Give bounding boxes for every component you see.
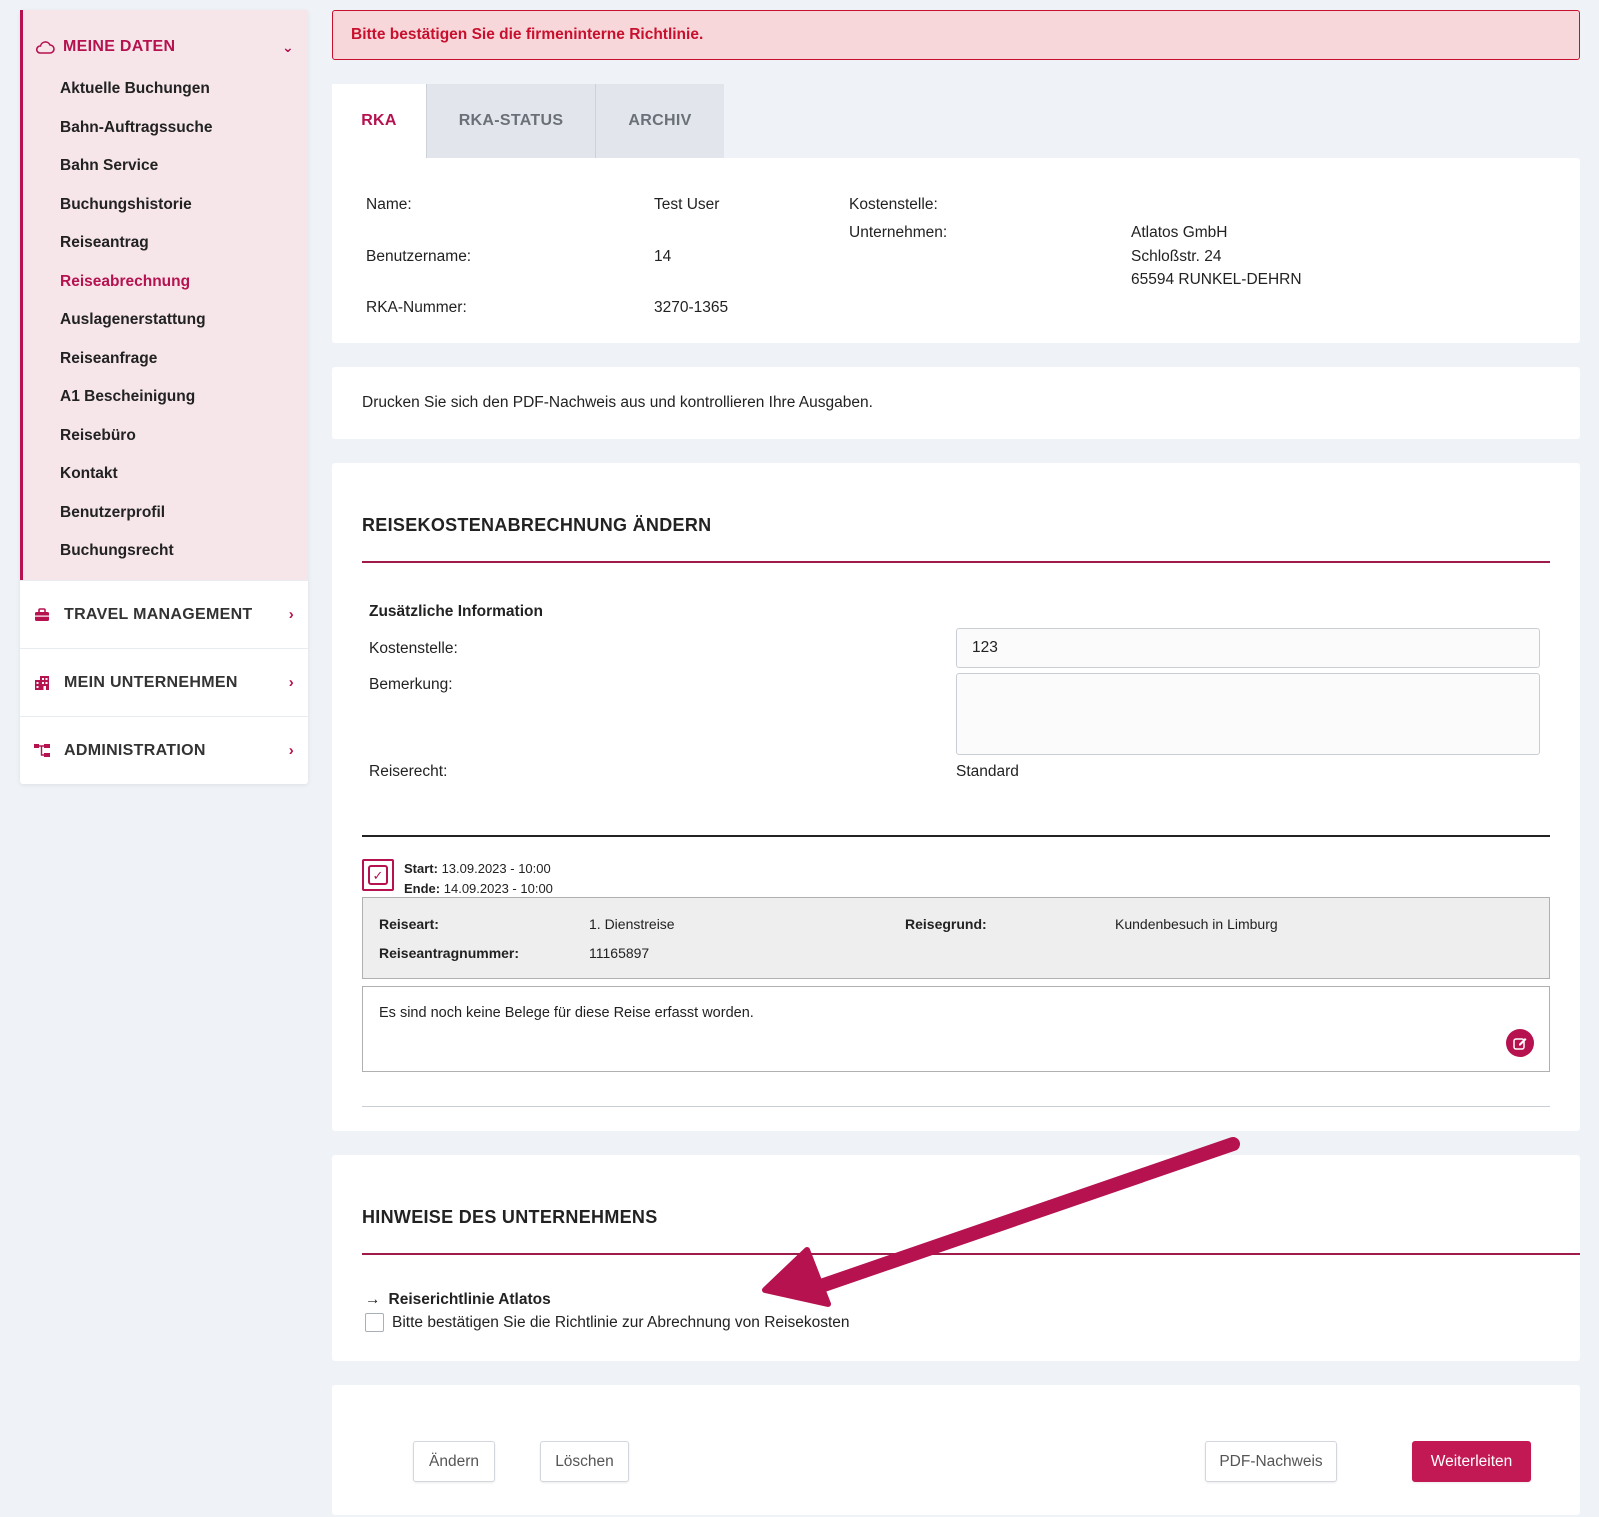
tab-rka-status[interactable]: RKA-STATUS: [427, 84, 596, 158]
tab-bar: RKA RKA-STATUS ARCHIV: [332, 84, 1580, 158]
pdf-hint-card: Drucken Sie sich den PDF-Nachweis aus un…: [332, 367, 1580, 439]
sitemap-icon: [34, 743, 56, 758]
reiseantragnummer-label: Reiseantragnummer:: [379, 945, 520, 961]
action-bar: Ändern Löschen PDF-Nachweis Weiterleiten: [332, 1385, 1580, 1515]
trip-header: ✓ Start: 13.09.2023 - 10:00 Ende: 14.09.…: [362, 837, 1550, 897]
sidebar-section-header-meine-daten[interactable]: MEINE DATEN ⌄: [23, 34, 308, 60]
sidebar-group-mein-unternehmen[interactable]: MEIN UNTERNEHMEN ›: [20, 648, 308, 716]
sidebar-section-label: MEINE DATEN: [63, 38, 176, 55]
sidebar-item-reiseantrag[interactable]: Reiseantrag: [23, 224, 308, 263]
sidebar: MEINE DATEN ⌄ Aktuelle Buchungen Bahn-Au…: [20, 10, 308, 784]
sidebar-item-bahn-auftragssuche[interactable]: Bahn-Auftragssuche: [23, 109, 308, 148]
additional-info-heading: Zusätzliche Information: [369, 603, 543, 620]
username-label: Benutzername:: [366, 248, 472, 265]
end-value: 14.09.2023 - 10:00: [443, 881, 553, 896]
alert-text: Bitte bestätigen Sie die firmeninterne R…: [351, 26, 704, 43]
sidebar-item-buchungsrecht[interactable]: Buchungsrecht: [23, 532, 308, 571]
policy-confirm-label: Bitte bestätigen Sie die Richtlinie zur …: [392, 1313, 850, 1331]
sidebar-item-benutzerprofil[interactable]: Benutzerprofil: [23, 494, 308, 533]
company-label: Unternehmen:: [849, 224, 948, 241]
policy-confirm-checkbox[interactable]: [365, 1313, 384, 1332]
sidebar-group-label: TRAVEL MANAGEMENT: [64, 605, 253, 623]
reiserecht-label: Reiserecht:: [369, 763, 448, 780]
weiterleiten-button[interactable]: Weiterleiten: [1412, 1441, 1531, 1482]
aendern-button[interactable]: Ändern: [413, 1441, 495, 1482]
main-content: Bitte bestätigen Sie die firmeninterne R…: [332, 10, 1580, 1515]
kostenstelle-label: Kostenstelle:: [849, 196, 938, 213]
chevron-right-icon: ›: [288, 742, 294, 759]
name-label: Name:: [366, 196, 412, 213]
reisegrund-value: Kundenbesuch in Limburg: [1115, 916, 1278, 932]
sidebar-item-reisebuero[interactable]: Reisebüro: [23, 417, 308, 456]
reiseantragnummer-value: 11165897: [589, 945, 650, 961]
reiseart-value: 1. Dienstreise: [589, 916, 675, 932]
sidebar-section-meine-daten: MEINE DATEN ⌄ Aktuelle Buchungen Bahn-Au…: [20, 10, 308, 580]
loeschen-button[interactable]: Löschen: [540, 1441, 629, 1482]
sidebar-item-aktuelle-buchungen[interactable]: Aktuelle Buchungen: [23, 70, 308, 109]
belege-box: Es sind noch keine Belege für diese Reis…: [362, 986, 1550, 1072]
additional-info: Zusätzliche Information Kostenstelle: 12…: [362, 563, 1550, 835]
trip-dates: Start: 13.09.2023 - 10:00 Ende: 14.09.20…: [404, 859, 553, 899]
sidebar-item-bahn-service[interactable]: Bahn Service: [23, 147, 308, 186]
tab-rka[interactable]: RKA: [332, 84, 427, 158]
sidebar-item-reiseabrechnung[interactable]: Reiseabrechnung: [23, 263, 308, 302]
start-value: 13.09.2023 - 10:00: [441, 861, 551, 876]
reiserecht-value: Standard: [956, 763, 1019, 780]
trip-details: Reiseart: 1. Dienstreise Reisegrund: Kun…: [362, 897, 1550, 979]
arrow-right-icon: →: [365, 1291, 381, 1308]
company-street: Schloßstr. 24: [1131, 248, 1222, 265]
bemerkung-textarea[interactable]: [956, 673, 1540, 755]
sidebar-group-label: MEIN UNTERNEHMEN: [64, 673, 238, 691]
alert-banner: Bitte bestätigen Sie die firmeninterne R…: [332, 10, 1580, 60]
divider: [362, 1106, 1550, 1107]
trip-select-checkbox[interactable]: ✓: [362, 859, 394, 891]
chevron-right-icon: ›: [288, 674, 294, 691]
sidebar-item-buchungshistorie[interactable]: Buchungshistorie: [23, 186, 308, 225]
policy-confirm[interactable]: Bitte bestätigen Sie die Richtlinie zur …: [362, 1313, 1580, 1332]
pdf-hint-text: Drucken Sie sich den PDF-Nachweis aus un…: [362, 394, 873, 411]
section-title: REISEKOSTENABRECHNUNG ÄNDERN: [362, 463, 1550, 563]
belege-empty-text: Es sind noch keine Belege für diese Reis…: [379, 1005, 754, 1021]
pdf-nachweis-button[interactable]: PDF-Nachweis: [1205, 1441, 1337, 1482]
company-name: Atlatos GmbH: [1131, 224, 1228, 241]
sidebar-group-administration[interactable]: ADMINISTRATION ›: [20, 716, 308, 784]
kostenstelle-field-label: Kostenstelle:: [369, 640, 458, 657]
sidebar-group-label: ADMINISTRATION: [64, 741, 206, 759]
sidebar-item-a1-bescheinigung[interactable]: A1 Bescheinigung: [23, 378, 308, 417]
rka-number-value: 3270-1365: [654, 299, 729, 316]
bemerkung-label: Bemerkung:: [369, 676, 453, 693]
name-value: Test User: [654, 196, 720, 213]
reiseart-label: Reiseart:: [379, 916, 439, 932]
end-label: Ende:: [404, 881, 441, 896]
chevron-down-icon: ⌄: [281, 38, 294, 55]
rka-info-card: Name: Test User Benutzername: 14 RKA-Num…: [332, 158, 1580, 343]
policy-link-label: Reiserichtlinie Atlatos: [388, 1291, 551, 1308]
checkmark-icon: ✓: [368, 865, 388, 885]
briefcase-icon: [34, 607, 56, 622]
sidebar-group-travel-management[interactable]: TRAVEL MANAGEMENT ›: [20, 580, 308, 648]
sidebar-menu: Aktuelle Buchungen Bahn-Auftragssuche Ba…: [23, 70, 308, 571]
chevron-right-icon: ›: [288, 606, 294, 623]
reisegrund-label: Reisegrund:: [905, 916, 987, 932]
cloud-icon: [35, 39, 57, 55]
company-city: 65594 RUNKEL-DEHRN: [1131, 271, 1302, 288]
policy-link[interactable]: → Reiserichtlinie Atlatos: [362, 1291, 1580, 1309]
sidebar-item-auslagenerstattung[interactable]: Auslagenerstattung: [23, 301, 308, 340]
rka-number-label: RKA-Nummer:: [366, 299, 467, 316]
username-value: 14: [654, 248, 672, 265]
company-hints-card: HINWEISE DES UNTERNEHMENS → Reiserichtli…: [332, 1155, 1580, 1361]
sidebar-item-reiseanfrage[interactable]: Reiseanfrage: [23, 340, 308, 379]
kostenstelle-input[interactable]: 123: [956, 628, 1540, 668]
edit-icon[interactable]: [1506, 1029, 1534, 1057]
hints-title: HINWEISE DES UNTERNEHMENS: [362, 1155, 1580, 1255]
start-label: Start:: [404, 861, 438, 876]
sidebar-item-kontakt[interactable]: Kontakt: [23, 455, 308, 494]
rka-edit-card: REISEKOSTENABRECHNUNG ÄNDERN Zusätzliche…: [332, 463, 1580, 1131]
building-icon: [34, 675, 56, 691]
tab-archiv[interactable]: ARCHIV: [596, 84, 724, 158]
